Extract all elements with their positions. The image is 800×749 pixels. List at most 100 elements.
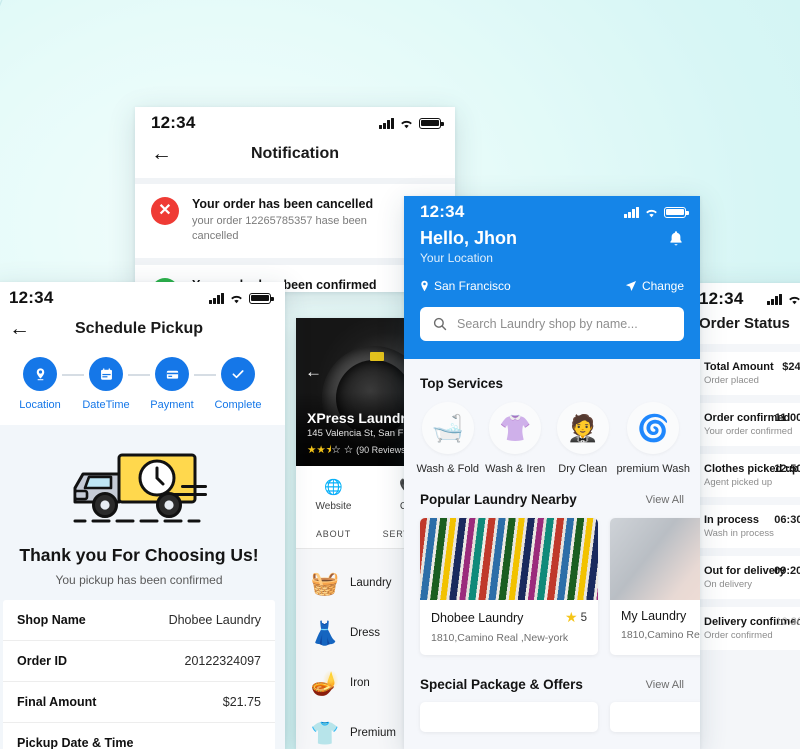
navigation-bar: ← Schedule Pickup — [0, 310, 285, 353]
thank-you-subtitle: You pickup has been confirmed — [55, 573, 223, 587]
top-services-list: 🛁 Wash & Fold 👚 Wash & Iren 🤵 Dry Clean … — [404, 391, 700, 475]
back-button[interactable]: ← — [305, 362, 322, 382]
detail-key: Shop Name — [17, 613, 86, 627]
greeting-subtitle: Your Location — [420, 251, 493, 265]
detail-value: 20122324097 — [184, 654, 261, 668]
status-time: 12:34 — [699, 289, 744, 308]
row-subtitle: On delivery — [704, 579, 753, 590]
order-status-screen: 12:34 Order Status Total Amount Order pl… — [683, 283, 800, 749]
battery-icon — [664, 206, 689, 218]
greeting-title: Hello, Jhon — [420, 228, 518, 248]
row-subtitle: Wash in process — [704, 528, 774, 539]
check-icon — [221, 357, 255, 391]
credit-card-icon — [155, 357, 189, 391]
row-value: 09:20 AM — [774, 565, 800, 577]
status-time: 12:34 — [420, 202, 465, 221]
signal-icon — [379, 117, 394, 129]
wash-iron-icon: 👚 — [489, 402, 542, 454]
notification-subtitle: your order 12265785357 hase been cancell… — [192, 215, 367, 242]
washer-label-chip — [370, 352, 384, 361]
popular-laundry-header: Popular Laundry Nearby View All — [404, 475, 700, 507]
table-row: Final Amount $21.75 — [3, 682, 275, 723]
back-button[interactable]: ← — [151, 143, 172, 164]
dry-clean-icon: 🤵 — [556, 402, 609, 454]
shop-name: Dhobee Laundry — [431, 610, 524, 625]
globe-icon: 🌐 — [324, 479, 343, 496]
special-offers-list — [404, 692, 700, 732]
view-all-offers-button[interactable]: View All — [646, 679, 684, 691]
list-item[interactable]: My Laundry 1810,Camino Real ,New-york — [610, 518, 700, 655]
back-button[interactable]: ← — [9, 318, 30, 339]
table-row: Total Amount Order placed $240.75 — [693, 352, 800, 395]
service-wash-fold[interactable]: 🛁 Wash & Fold — [414, 402, 481, 475]
shop-thumbnail — [610, 518, 700, 600]
home-header: 12:34 Hello, Jhon Your Location San Fran… — [404, 196, 700, 359]
star-icon: ★ — [565, 609, 578, 625]
step-datetime[interactable]: DateTime — [73, 357, 150, 411]
row-subtitle: Your order confirmed — [704, 426, 793, 437]
rating-value: 5 — [580, 611, 587, 624]
page-title: Order Status — [699, 315, 790, 332]
pickup-confirmation-body: Thank you For Choosing Us! You pickup ha… — [0, 425, 285, 749]
tab-about[interactable]: ABOUT — [296, 522, 371, 548]
step-complete[interactable]: Complete — [205, 357, 271, 411]
step-indicator: Location DateTime Payment Complete — [0, 353, 285, 425]
service-dry-clean[interactable]: 🤵 Dry Clean — [549, 402, 616, 475]
row-value: 06:30 PM — [774, 514, 800, 526]
mockup-stage: 12:34 ← Notification ✕ Your order has be… — [0, 0, 800, 749]
status-time: 12:34 — [9, 288, 54, 307]
row-value: 12:50 PM — [774, 463, 800, 475]
service-wash-iron[interactable]: 👚 Wash & Iren — [481, 402, 548, 475]
status-bar: 12:34 — [404, 196, 700, 224]
row-title: Delivery confirmed — [704, 616, 800, 628]
shop-address: 1810,Camino Real ,New-york — [621, 629, 700, 641]
wifi-icon — [401, 120, 412, 128]
location-label: San Francisco — [434, 279, 511, 293]
step-label: Location — [19, 399, 61, 411]
action-label: Website — [315, 501, 352, 512]
step-label: Complete — [214, 399, 262, 411]
list-item[interactable] — [610, 702, 700, 732]
step-label: Payment — [150, 399, 194, 411]
step-payment[interactable]: Payment — [139, 357, 216, 411]
item-label: Premium — [350, 727, 397, 739]
website-button[interactable]: 🌐 Website — [296, 478, 371, 512]
row-title: Clothes picked up — [704, 463, 799, 475]
close-circle-icon: ✕ — [151, 197, 179, 225]
row-title: Total Amount — [704, 361, 774, 373]
table-row: Out for delivery On delivery 09:20 AM — [693, 556, 800, 599]
battery-icon — [419, 117, 444, 129]
battery-icon — [249, 292, 274, 304]
change-location-button[interactable]: Change — [625, 279, 684, 293]
location-pin-icon — [421, 280, 428, 292]
item-label: Laundry — [350, 577, 392, 589]
status-bar: 12:34 — [683, 283, 800, 311]
table-row: Order confirmed Your order confirmed 11:… — [693, 403, 800, 446]
view-all-popular-button[interactable]: View All — [646, 494, 684, 506]
section-title: Special Package & Offers — [420, 677, 583, 692]
notification-title: Your order has been cancelled — [192, 197, 374, 211]
service-label: premium Wash — [616, 463, 691, 475]
list-item[interactable] — [420, 702, 598, 732]
row-value: 11:00 AM — [774, 412, 800, 424]
row-value: $240.75 — [782, 361, 800, 373]
review-count: (90 Reviews) — [356, 445, 409, 455]
row-title: In process — [704, 514, 760, 526]
table-row: Shop Name Dhobee Laundry — [3, 600, 275, 641]
status-badge: ★ 5 — [565, 609, 587, 626]
section-title: Popular Laundry Nearby — [420, 492, 577, 507]
status-bar: 12:34 — [0, 282, 285, 310]
page-title: Schedule Pickup — [74, 319, 204, 337]
list-item[interactable]: Dhobee Laundry ★ 5 1810,Camino Real ,New… — [420, 518, 598, 655]
search-input[interactable]: Search Laundry shop by name... — [420, 307, 684, 341]
signal-icon — [624, 206, 639, 218]
thank-you-title: Thank you For Choosing Us! — [19, 545, 259, 565]
step-location[interactable]: Location — [7, 357, 84, 411]
wifi-icon — [646, 209, 657, 217]
shirt-icon: 👕 — [310, 719, 340, 746]
service-premium-wash[interactable]: 🌀 premium Wash — [616, 402, 690, 475]
iron-icon: 🪔 — [310, 669, 340, 696]
service-label: Wash & Fold — [416, 463, 480, 475]
wifi-icon — [789, 296, 800, 304]
notification-bell-icon[interactable] — [668, 230, 684, 252]
